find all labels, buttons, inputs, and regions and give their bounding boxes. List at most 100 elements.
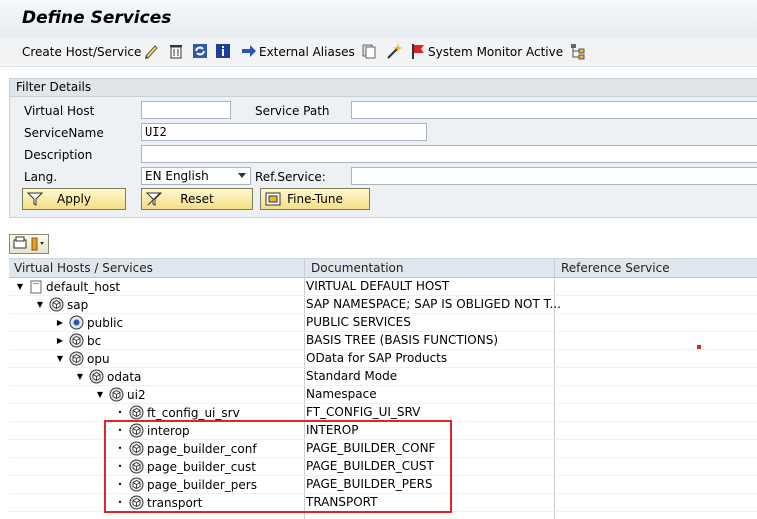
tree-node-label[interactable]: odata (107, 370, 141, 384)
ref-service-label: Ref.Service: (255, 170, 326, 184)
print-layout-button[interactable] (9, 234, 49, 254)
funnel-reset-icon (145, 191, 163, 213)
service-node-icon (129, 405, 144, 420)
tree-row[interactable]: • page_builder_conf PAGE_BUILDER_CONF (9, 439, 757, 458)
tree-node-label[interactable]: page_builder_pers (147, 478, 257, 492)
tree-node[interactable]: ▼ sap (35, 295, 88, 313)
leaf-bullet-icon: • (117, 407, 123, 417)
tree-row-documentation: VIRTUAL DEFAULT HOST (306, 279, 450, 293)
flag-icon[interactable] (408, 41, 428, 61)
collapse-arrow-icon[interactable]: ▼ (55, 350, 65, 368)
arrow-right-icon[interactable] (239, 41, 259, 61)
system-monitor-button[interactable]: System Monitor Active (428, 42, 563, 62)
column-header-hosts[interactable]: Virtual Hosts / Services (9, 259, 153, 277)
tree-node-label[interactable]: interop (147, 424, 190, 438)
refresh-icon[interactable] (190, 41, 210, 61)
ref-service-input[interactable] (351, 167, 757, 185)
tree-row[interactable]: • page_builder_cust PAGE_BUILDER_CUST (9, 457, 757, 476)
tree-row[interactable]: • transport TRANSPORT (9, 493, 757, 512)
apply-button[interactable]: Apply (22, 188, 126, 210)
service-node-icon (49, 297, 64, 312)
chevron-down-icon[interactable] (238, 173, 246, 178)
tree-node[interactable]: ▶ bc (55, 331, 101, 349)
tree-row[interactable]: • interop INTEROP (9, 421, 757, 440)
external-aliases-button[interactable]: External Aliases (259, 42, 355, 62)
tree-node-label[interactable]: ui2 (127, 388, 146, 402)
tree-node-label[interactable]: opu (87, 352, 110, 366)
edit-icon[interactable] (142, 41, 162, 61)
lang-select[interactable]: EN English (141, 167, 251, 185)
tree-node-label[interactable]: public (87, 316, 123, 330)
leaf-bullet-icon: • (117, 443, 123, 453)
tree-row[interactable]: ▼ default_host VIRTUAL DEFAULT HOST (9, 277, 757, 296)
service-public-icon (69, 315, 84, 330)
tree-node[interactable]: • page_builder_pers (115, 475, 257, 493)
tree-row-documentation: PAGE_BUILDER_CONF (306, 441, 436, 455)
tree-node[interactable]: ▼ ui2 (95, 385, 146, 403)
tree-row-documentation: Standard Mode (306, 369, 398, 383)
tree-node-label[interactable]: transport (147, 496, 202, 510)
tree-node-label[interactable]: sap (67, 298, 88, 312)
tree-node[interactable]: ▼ opu (55, 349, 110, 367)
tree-row[interactable]: ▼ opu OData for SAP Products (9, 349, 757, 368)
copy-icon[interactable] (359, 41, 379, 61)
tree-node[interactable]: ▼ default_host (15, 277, 120, 295)
tree-row[interactable]: ▼ sap SAP NAMESPACE; SAP IS OBLIGED NOT T.… (9, 295, 757, 314)
service-path-input[interactable] (351, 101, 757, 119)
tree-row-documentation: BASIS TREE (BASIS FUNCTIONS) (306, 333, 499, 347)
tree-row[interactable]: ▼ odata Standard Mode (9, 367, 757, 386)
collapse-arrow-icon[interactable]: ▼ (35, 296, 45, 314)
tree-node[interactable]: ▼ odata (75, 367, 141, 385)
create-host-service-button[interactable]: Create Host/Service (22, 42, 141, 62)
collapse-arrow-icon[interactable]: ▼ (95, 386, 105, 404)
info-icon[interactable] (213, 41, 233, 61)
tree-node-label[interactable]: default_host (46, 280, 120, 294)
tree-node[interactable]: • page_builder_conf (115, 439, 257, 457)
tree-row[interactable]: • page_builder_pers PAGE_BUILDER_PERS (9, 475, 757, 494)
tree-node[interactable]: • page_builder_cust (115, 457, 256, 475)
tree-row[interactable]: ▼ ui2 Namespace (9, 385, 757, 404)
column-header-documentation[interactable]: Documentation (306, 259, 404, 277)
leaf-bullet-icon: • (117, 461, 123, 471)
toolbar: Create Host/Service External Aliases Sys… (0, 38, 757, 67)
tree-node[interactable]: • interop (115, 421, 190, 439)
service-node-icon (129, 459, 144, 474)
service-node-icon (129, 495, 144, 510)
tree-row[interactable]: • ft_config_ui_srv FT_CONFIG_UI_SRV (9, 403, 757, 422)
tree-row-documentation: PAGE_BUILDER_CUST (306, 459, 434, 473)
expand-arrow-icon[interactable]: ▶ (55, 332, 65, 350)
tree-row[interactable]: ▶ public PUBLIC SERVICES (9, 313, 757, 332)
tree-row-documentation: Namespace (306, 387, 377, 401)
tree-row[interactable]: ▶ bc BASIS TREE (BASIS FUNCTIONS) (9, 331, 757, 350)
filter-panel-header: Filter Details (10, 79, 757, 97)
column-header-reference-service[interactable]: Reference Service (556, 259, 670, 277)
expand-arrow-icon[interactable]: ▶ (55, 314, 65, 332)
tree-node-label[interactable]: page_builder_conf (147, 442, 257, 456)
tree-row-documentation: PAGE_BUILDER_PERS (306, 477, 433, 491)
delete-icon[interactable] (166, 41, 186, 61)
tree-node[interactable]: ▶ public (55, 313, 123, 331)
reset-label: Reset (180, 192, 214, 206)
tree-node-label[interactable]: page_builder_cust (147, 460, 256, 474)
leaf-bullet-icon: • (117, 479, 123, 489)
service-node-icon (129, 423, 144, 438)
collapse-arrow-icon[interactable]: ▼ (75, 368, 85, 386)
reset-button[interactable]: Reset (141, 188, 253, 210)
fine-tune-button[interactable]: Fine-Tune (260, 188, 370, 210)
description-input[interactable] (141, 145, 757, 163)
service-name-input[interactable]: UI2 (141, 123, 427, 141)
tree-node[interactable]: • ft_config_ui_srv (115, 403, 240, 421)
description-label: Description (24, 148, 93, 162)
tree-node-label[interactable]: bc (87, 334, 101, 348)
tree-node-label[interactable]: ft_config_ui_srv (147, 406, 240, 420)
service-node-icon (89, 369, 104, 384)
virtual-host-input[interactable] (141, 101, 231, 119)
magic-wand-icon[interactable] (384, 41, 404, 61)
funnel-icon (26, 191, 44, 213)
tree-row-documentation: OData for SAP Products (306, 351, 448, 365)
hierarchy-icon[interactable] (568, 41, 588, 61)
leaf-bullet-icon: • (117, 497, 123, 507)
collapse-arrow-icon[interactable]: ▼ (15, 278, 25, 296)
tree-node[interactable]: • transport (115, 493, 202, 511)
service-node-icon (109, 387, 124, 402)
